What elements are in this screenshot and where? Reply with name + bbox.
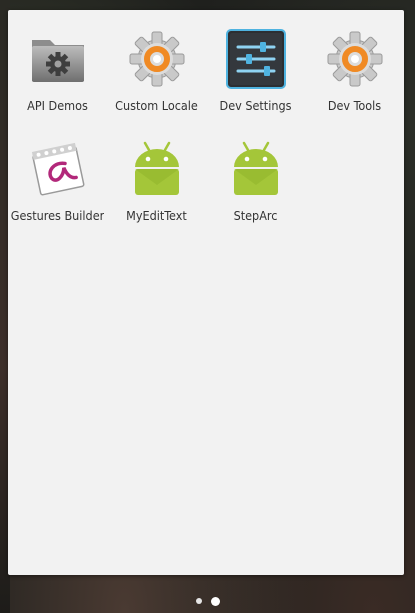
sliders-icon [225,28,287,90]
android-icon [225,138,287,200]
app-myedittext[interactable]: MyEditText [107,120,206,230]
app-label: Gestures Builder [10,208,105,223]
page-indicator [0,593,415,609]
app-gestures-builder[interactable]: Gestures Builder [8,120,107,230]
app-label: API Demos [27,98,88,113]
app-drawer: API Demos Custom Locale Dev Settings Dev… [8,10,404,575]
app-grid: API Demos Custom Locale Dev Settings Dev… [8,10,404,230]
app-label: MyEditText [126,208,187,223]
page-dot-2-current[interactable] [210,596,220,606]
app-dev-tools[interactable]: Dev Tools [305,10,404,120]
app-label: Custom Locale [115,98,198,113]
app-label: StepArc [233,208,278,223]
app-label: Dev Tools [327,98,382,113]
app-custom-locale[interactable]: Custom Locale [107,10,206,120]
folder-gear-icon [27,28,89,90]
app-api-demos[interactable]: API Demos [8,10,107,120]
gear-orange-icon [126,28,188,90]
android-icon [126,138,188,200]
gear-orange-icon [324,28,386,90]
app-dev-settings[interactable]: Dev Settings [206,10,305,120]
gestures-icon [27,138,89,200]
app-steparc[interactable]: StepArc [206,120,305,230]
page-dot-1[interactable] [195,598,202,604]
app-label: Dev Settings [219,98,292,113]
